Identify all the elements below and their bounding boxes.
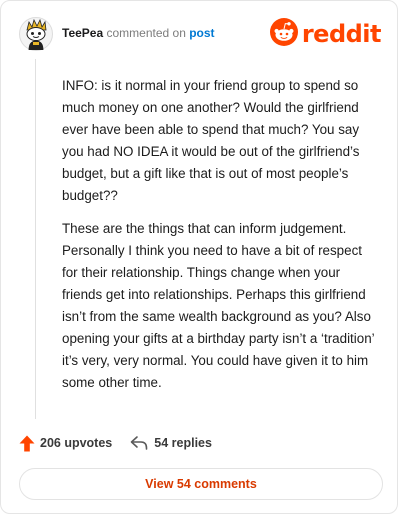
upvote-button[interactable]: 206 upvotes [19,435,112,452]
upvote-count: 206 upvotes [40,436,113,450]
comment-card: TeePea commented on post reddit INFO: is… [0,0,398,514]
snoo-avatar-icon[interactable] [19,17,53,51]
comment-paragraph: INFO: is it normal in your friend group … [62,78,360,203]
username[interactable]: TeePea [62,26,103,40]
comment-meta: TeePea commented on post [62,26,215,40]
upvote-arrow-icon [19,435,35,452]
comment-paragraph: These are the things that can inform jud… [62,221,375,390]
comment-body: INFO: is it normal in your friend group … [62,75,380,405]
action-text: commented on [106,26,186,40]
comment-header: TeePea commented on post reddit [19,17,382,53]
reply-button[interactable]: 54 replies [130,435,212,451]
reddit-wordmark: reddit [301,20,382,48]
reddit-logo[interactable]: reddit [269,17,382,52]
thread-line [35,59,36,419]
reddit-snoo-icon [269,17,299,52]
post-link[interactable]: post [189,26,214,40]
reply-count: 54 replies [154,436,212,450]
view-comments-button[interactable]: View 54 comments [19,468,383,500]
reply-arrow-icon [130,435,148,451]
comment-actions: 206 upvotes 54 replies [19,432,212,454]
